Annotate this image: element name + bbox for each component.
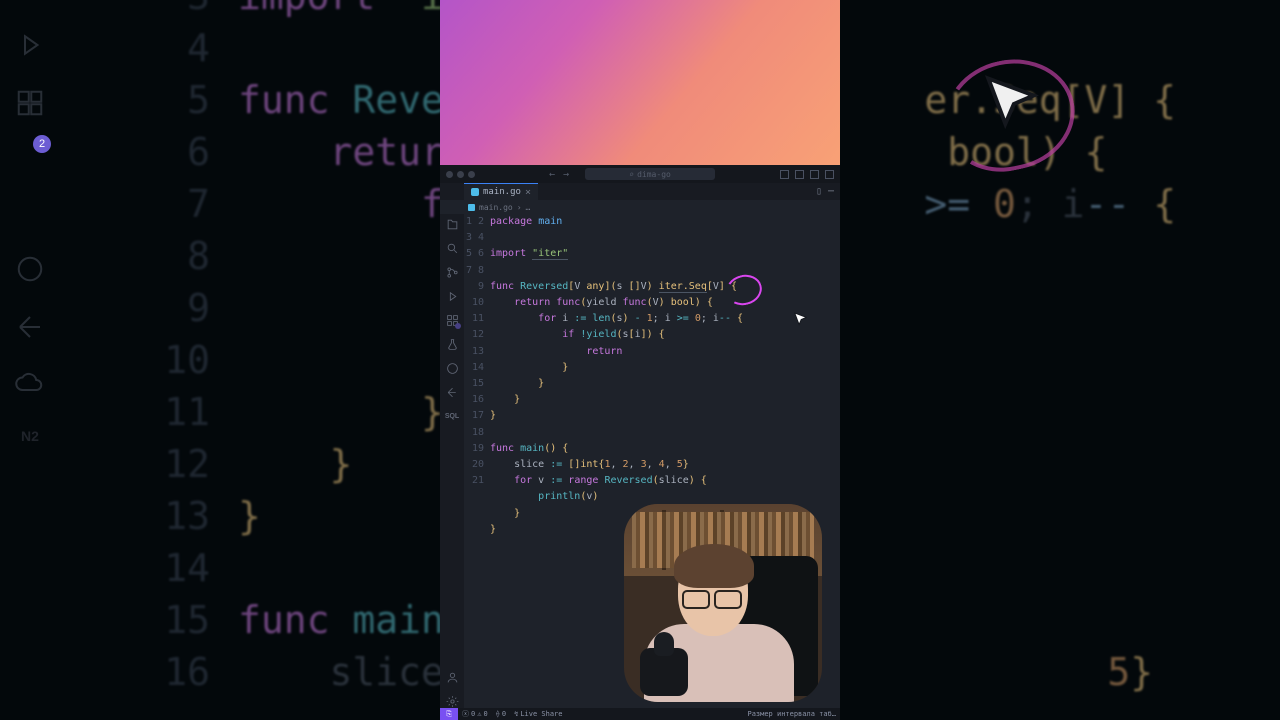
- cloud-icon: [15, 370, 45, 400]
- nav-back-icon[interactable]: ←: [549, 169, 555, 180]
- nav-fwd-icon[interactable]: →: [563, 169, 569, 180]
- go-file-icon: [471, 188, 479, 196]
- github-icon: [15, 254, 45, 284]
- status-liveshare[interactable]: ↯ Live Share: [510, 710, 566, 718]
- account-icon[interactable]: [446, 671, 459, 684]
- status-indent[interactable]: Размер интервала таб…: [743, 710, 840, 718]
- bg-activity-bar: N2: [0, 0, 60, 720]
- breadcrumb-file: main.go: [479, 203, 513, 212]
- traffic-light-max[interactable]: [468, 171, 475, 178]
- microphone-icon: [640, 648, 688, 696]
- traffic-light-close[interactable]: [446, 171, 453, 178]
- badge-dot: [455, 323, 461, 329]
- tab-main-go[interactable]: main.go ×: [464, 183, 538, 200]
- tab-close-icon[interactable]: ×: [525, 187, 531, 198]
- source-control-icon[interactable]: [446, 266, 459, 279]
- remote-indicator[interactable]: ⎘: [440, 708, 458, 720]
- nav-arrows[interactable]: ←→: [549, 169, 569, 180]
- breadcrumb[interactable]: main.go › …: [440, 200, 840, 214]
- n2-icon: N2: [21, 428, 39, 458]
- go-file-icon: [468, 204, 475, 211]
- testing-icon[interactable]: [446, 338, 459, 351]
- layout-toggle-bottom-icon[interactable]: [795, 170, 804, 179]
- more-actions-icon[interactable]: ⋯: [828, 186, 834, 197]
- activity-bar: SQL: [440, 214, 464, 708]
- layout-toggle-left-icon[interactable]: [780, 170, 789, 179]
- traffic-light-min[interactable]: [457, 171, 464, 178]
- breadcrumb-more: …: [526, 203, 531, 212]
- layout-toggle-right-icon[interactable]: [810, 170, 819, 179]
- explorer-icon[interactable]: [446, 218, 459, 231]
- tab-label: main.go: [483, 187, 521, 197]
- run-icon: [15, 30, 45, 60]
- search-placeholder: dima-go: [637, 170, 671, 179]
- customize-layout-icon[interactable]: [825, 170, 834, 179]
- live-share-icon[interactable]: [446, 386, 459, 399]
- command-center-search[interactable]: ⌕dima-go: [585, 168, 715, 180]
- share-icon: [15, 312, 45, 342]
- bg-extension-badge: 2: [33, 135, 51, 153]
- chevron-right-icon: ›: [517, 203, 522, 212]
- status-bar[interactable]: ⎘ ⓧ0 ⚠0 ⟠0 ↯ Live Share Размер интервала…: [440, 708, 840, 720]
- status-errors[interactable]: ⓧ0 ⚠0: [458, 709, 492, 719]
- search-icon: ⌕: [629, 170, 634, 179]
- github-icon[interactable]: [446, 362, 459, 375]
- sql-icon[interactable]: SQL: [446, 410, 459, 423]
- extensions-icon[interactable]: [446, 314, 459, 327]
- status-ports[interactable]: ⟠0: [492, 710, 510, 718]
- search-icon[interactable]: [446, 242, 459, 255]
- top-gradient-panel: [440, 0, 840, 165]
- extensions-icon: [15, 88, 45, 118]
- foreground-phone-crop: ←→ ⌕dima-go main.go × ▯ ⋯ main.go: [440, 0, 840, 720]
- bg-cursor-icon: [977, 70, 1045, 142]
- settings-gear-icon[interactable]: [446, 695, 459, 708]
- split-editor-icon[interactable]: ▯: [816, 186, 822, 197]
- tab-bar: main.go × ▯ ⋯: [440, 183, 840, 200]
- titlebar[interactable]: ←→ ⌕dima-go: [440, 165, 840, 183]
- run-debug-icon[interactable]: [446, 290, 459, 303]
- line-number-gutter[interactable]: 1 2 3 4 5 6 7 8 9 10 11 12 13 14 15 16 1…: [464, 214, 490, 708]
